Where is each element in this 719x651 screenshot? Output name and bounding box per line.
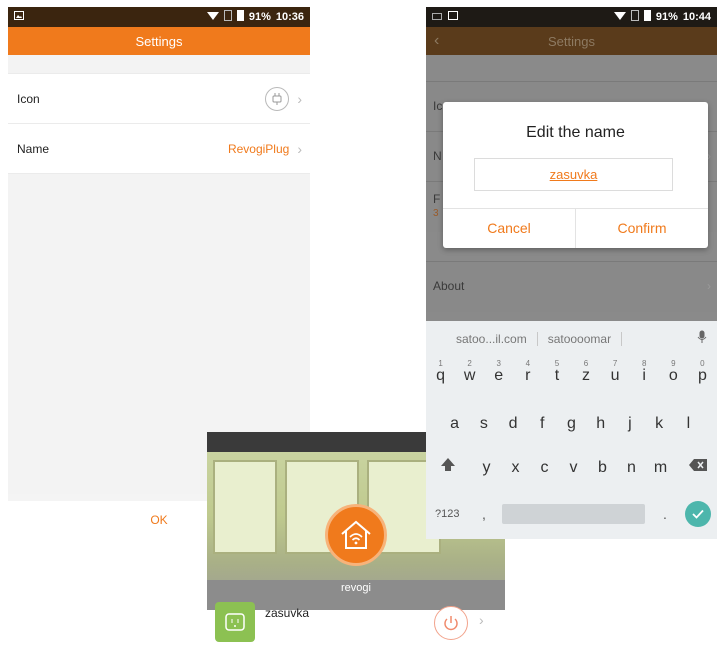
suggestion-strip: satoo...il.com satoooomar (426, 321, 717, 357)
device-name-value: RevogiPlug (227, 141, 290, 156)
key-f[interactable]: f (528, 415, 557, 433)
key-c[interactable]: c (530, 459, 559, 477)
key-g[interactable]: g (557, 415, 586, 433)
status-bar: 91% 10:44 (426, 7, 717, 27)
key-r[interactable]: 4r (513, 359, 542, 385)
key-a[interactable]: a (440, 415, 469, 433)
key-e[interactable]: 3e (484, 359, 513, 385)
key-o[interactable]: 9o (659, 359, 688, 385)
title-bar: ‹ Settings (426, 27, 717, 55)
icon-row[interactable]: Icon › (8, 73, 310, 123)
battery-icon (236, 10, 244, 24)
ok-button-label: OK (150, 513, 168, 527)
key-row-1: 1q 2w 3e 4r 5t 6z 7u 8i 9o 0p (426, 359, 717, 385)
icon-row-label: Icon (17, 91, 40, 106)
cancel-button[interactable]: Cancel (443, 208, 575, 248)
power-button[interactable] (434, 606, 468, 640)
page-title: Settings (548, 33, 595, 49)
key-d[interactable]: d (498, 415, 527, 433)
key-n[interactable]: n (617, 459, 646, 477)
key-l[interactable]: l (674, 415, 703, 433)
symbols-key[interactable]: ?123 (435, 508, 459, 520)
power-icon (444, 616, 458, 631)
clock: 10:36 (275, 11, 304, 23)
backspace-key[interactable] (688, 458, 708, 475)
clock: 10:44 (682, 11, 711, 23)
key-m[interactable]: m (646, 459, 675, 477)
key-j[interactable]: j (615, 415, 644, 433)
key-z[interactable]: 6z (571, 359, 600, 385)
key-k[interactable]: k (645, 415, 674, 433)
key-w[interactable]: 2w (455, 359, 484, 385)
key-v[interactable]: v (559, 459, 588, 477)
edit-name-dialog: Edit the name zasuvka Cancel Confirm (443, 102, 708, 248)
key-u[interactable]: 7u (601, 359, 630, 385)
comma-key[interactable]: , (482, 506, 486, 522)
key-s[interactable]: s (469, 415, 498, 433)
message-notification-icon (432, 11, 442, 23)
dim-row-about: About › (426, 261, 717, 312)
dialog-title: Edit the name (526, 124, 625, 141)
checkmark-icon (692, 509, 704, 519)
confirm-button[interactable]: Confirm (576, 208, 708, 248)
device-list-item[interactable]: zasuvka › (207, 602, 505, 651)
plug-icon (265, 86, 290, 111)
key-y[interactable]: y (472, 459, 501, 477)
device-name: zasuvka (265, 606, 310, 620)
back-arrow-icon[interactable]: ‹ (434, 32, 439, 50)
no-sim-icon (223, 10, 232, 24)
backspace-icon (689, 459, 707, 471)
image-notification-icon (14, 11, 24, 23)
suggestion-2[interactable]: satoooomar (538, 332, 623, 346)
chevron-right-icon: › (479, 612, 484, 628)
wifi-icon (613, 11, 626, 24)
socket-icon (215, 602, 255, 642)
name-input-value: zasuvka (549, 167, 598, 182)
soft-keyboard: satoo...il.com satoooomar 1q 2w 3e 4r 5t… (426, 321, 717, 539)
enter-key[interactable] (685, 501, 711, 527)
page-title: Settings (135, 33, 183, 49)
name-input[interactable]: zasuvka (474, 158, 673, 191)
name-row-label: Name (17, 141, 50, 156)
brand-label: revogi (341, 582, 371, 594)
key-b[interactable]: b (588, 459, 617, 477)
home-wifi-button[interactable] (325, 504, 387, 566)
chevron-right-icon: › (297, 90, 302, 107)
battery-percent: 91% (655, 11, 678, 23)
key-i[interactable]: 8i (630, 359, 659, 385)
battery-icon (643, 10, 651, 24)
suggestion-1[interactable]: satoo...il.com (426, 332, 538, 346)
status-bar: 91% 10:36 (8, 7, 310, 27)
key-t[interactable]: 5t (542, 359, 571, 385)
image-notification-icon (448, 11, 458, 23)
key-h[interactable]: h (586, 415, 615, 433)
chevron-right-icon: › (297, 140, 302, 157)
key-row-3: y x c v b n m (426, 459, 717, 477)
title-bar: Settings (8, 27, 310, 55)
key-p[interactable]: 0p (688, 359, 717, 385)
key-x[interactable]: x (501, 459, 530, 477)
key-row-2: a s d f g h j k l (426, 415, 717, 433)
key-q[interactable]: 1q (426, 359, 455, 385)
period-key[interactable]: . (663, 506, 667, 522)
mic-icon[interactable] (697, 330, 707, 347)
no-sim-icon (630, 10, 639, 24)
wifi-icon (206, 11, 219, 24)
battery-percent: 91% (248, 11, 271, 23)
name-row[interactable]: Name RevogiPlug › (8, 123, 310, 173)
spacebar[interactable] (502, 504, 645, 524)
